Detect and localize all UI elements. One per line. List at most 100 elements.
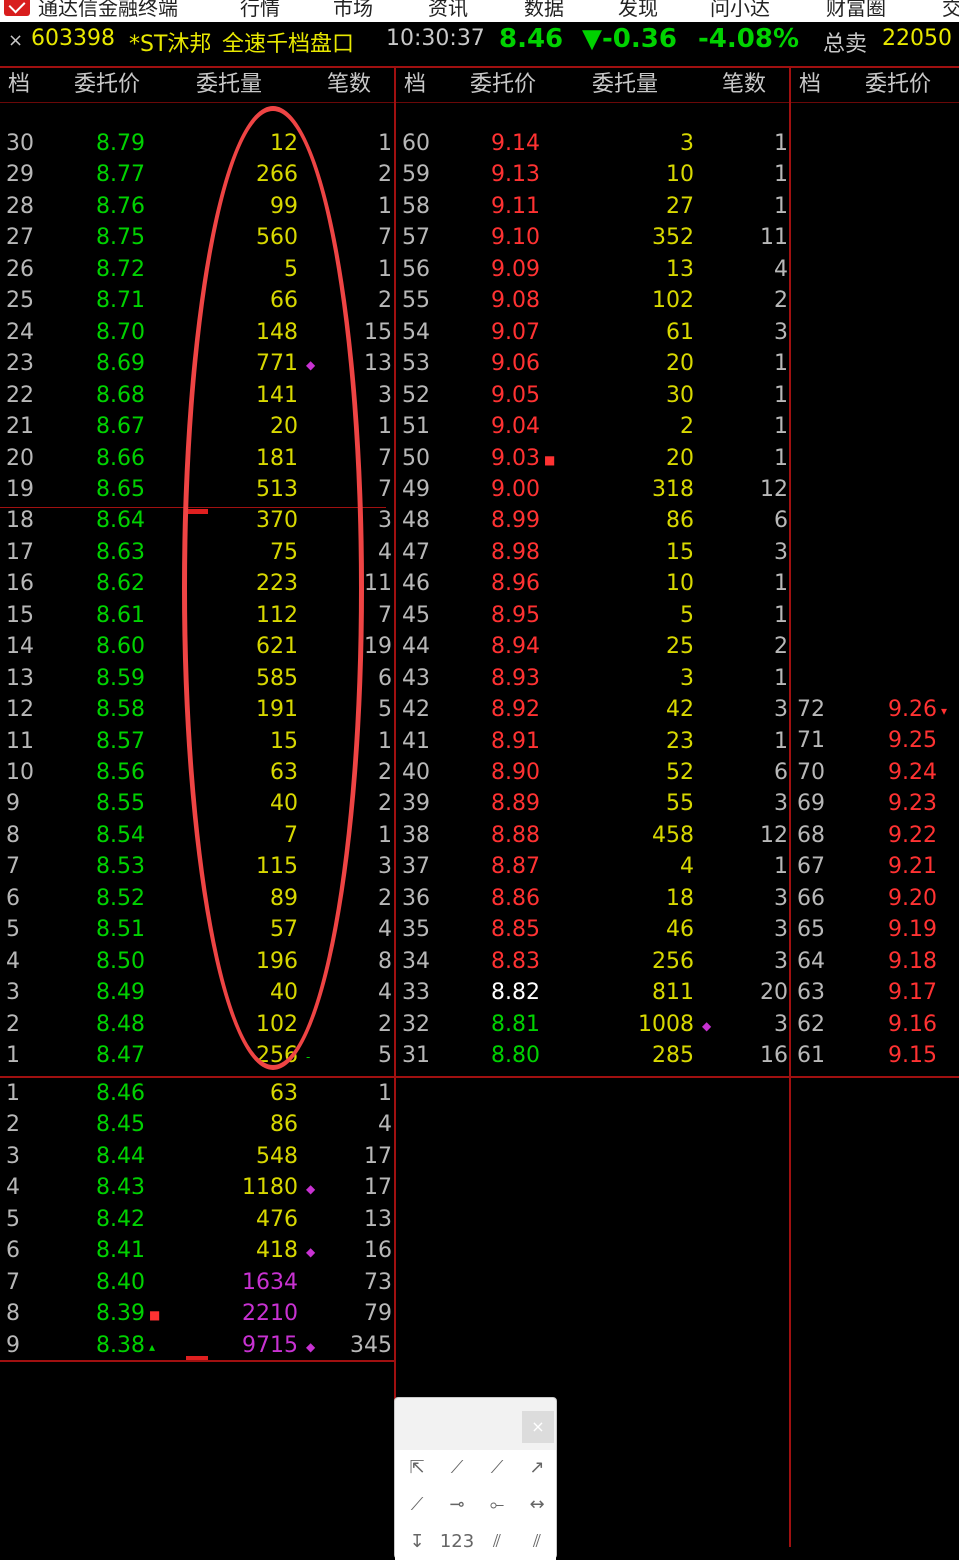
order-row[interactable]: 38 8.88 458 12 xyxy=(396,820,789,851)
order-row[interactable]: 15 8.61 112 7 xyxy=(0,600,394,631)
order-row[interactable]: 33 8.82 811 20 xyxy=(396,977,789,1008)
order-row[interactable]: 41 8.91 23 1 xyxy=(396,726,789,757)
order-row[interactable]: 66 9.20 xyxy=(791,883,959,914)
order-row[interactable]: 58 9.11 27 1 xyxy=(396,191,789,222)
order-row[interactable]: 31 8.80 285 16 xyxy=(396,1040,789,1071)
order-row[interactable]: 45 8.95 5 1 xyxy=(396,600,789,631)
order-row[interactable]: 42 8.92 42 3 xyxy=(396,694,789,725)
order-row[interactable]: 14 8.60 621 19 xyxy=(0,631,394,662)
order-row[interactable]: 50 9.03 ■ 20 1 xyxy=(396,443,789,474)
menu-item-hangqing[interactable]: 行情 xyxy=(240,0,280,21)
toolbox-close-icon[interactable]: × xyxy=(522,1411,554,1443)
order-row[interactable]: 69 9.23 xyxy=(791,788,959,819)
order-row[interactable]: 8 8.54 7 1 xyxy=(0,820,394,851)
order-row[interactable]: 23 8.69 771 ◆ 13 xyxy=(0,348,394,379)
order-row[interactable]: 6 8.52 89 2 xyxy=(0,883,394,914)
horizontal-ray-icon[interactable]: ⟜ xyxy=(477,1487,517,1523)
segment-icon[interactable]: ⟋ xyxy=(437,1450,477,1486)
order-row[interactable]: 13 8.59 585 6 xyxy=(0,663,394,694)
menu-item-zixun[interactable]: 资讯 xyxy=(428,0,468,21)
order-row[interactable]: 4 8.50 196 8 xyxy=(0,946,394,977)
ray-icon[interactable]: ↗ xyxy=(517,1450,557,1486)
order-row[interactable]: 2 8.48 102 2 xyxy=(0,1009,394,1040)
order-row[interactable]: 57 9.10 352 11 xyxy=(396,222,789,253)
order-row[interactable]: 26 8.72 5 1 xyxy=(0,254,394,285)
order-row[interactable]: 51 9.04 2 1 xyxy=(396,411,789,442)
order-row[interactable]: 10 8.56 63 2 xyxy=(0,757,394,788)
menu-item-shichang[interactable]: 市场 xyxy=(333,0,373,21)
menu-item-caifuquan[interactable]: 财富圈 xyxy=(826,0,886,21)
order-row[interactable]: 54 9.07 61 3 xyxy=(396,317,789,348)
close-icon[interactable]: × xyxy=(8,30,23,51)
order-row[interactable]: 5 8.51 57 4 xyxy=(0,914,394,945)
order-row[interactable]: 61 9.15 xyxy=(791,1040,959,1071)
order-row[interactable]: 48 8.99 86 6 xyxy=(396,505,789,536)
order-row[interactable]: 6 8.41 418 ◆ 16 xyxy=(0,1235,394,1266)
order-row[interactable]: 25 8.71 66 2 xyxy=(0,285,394,316)
order-row[interactable]: 68 9.22 xyxy=(791,820,959,851)
order-row[interactable]: 40 8.90 52 6 xyxy=(396,757,789,788)
order-row[interactable]: 55 9.08 102 2 xyxy=(396,285,789,316)
order-row[interactable]: 59 9.13 10 1 xyxy=(396,159,789,190)
order-row[interactable]: 32 8.81 1008 ◆ 3 xyxy=(396,1009,789,1040)
order-row[interactable]: 64 9.18 xyxy=(791,946,959,977)
order-row[interactable]: 17 8.63 75 4 xyxy=(0,537,394,568)
order-row[interactable]: 28 8.76 99 1 xyxy=(0,191,394,222)
order-row[interactable]: 65 9.19 xyxy=(791,914,959,945)
order-row[interactable]: 16 8.62 223 11 xyxy=(0,568,394,599)
vertical-line-icon[interactable]: ↧ xyxy=(397,1524,437,1560)
order-row[interactable]: 49 9.00 318 12 xyxy=(396,474,789,505)
order-row[interactable]: 34 8.83 256 3 xyxy=(396,946,789,977)
order-row[interactable]: 37 8.87 4 1 xyxy=(396,851,789,882)
order-row[interactable]: 8 8.39 ■ 2210 79 xyxy=(0,1298,394,1329)
order-row[interactable]: 20 8.66 181 7 xyxy=(0,443,394,474)
order-row[interactable]: 53 9.06 20 1 xyxy=(396,348,789,379)
text-icon[interactable]: 123 xyxy=(437,1524,477,1560)
order-row[interactable]: 56 9.09 13 4 xyxy=(396,254,789,285)
order-row[interactable]: 63 9.17 xyxy=(791,977,959,1008)
order-row[interactable]: 44 8.94 25 2 xyxy=(396,631,789,662)
menu-item-shuju[interactable]: 数据 xyxy=(524,0,564,21)
order-row[interactable]: 71 9.25 xyxy=(791,725,959,756)
order-row[interactable]: 1 8.46 63 1 xyxy=(0,1078,394,1109)
order-row[interactable]: 9 8.38 ▴ 9715 ◆ 345 xyxy=(0,1330,394,1361)
horizontal-segment-icon[interactable]: ⊸ xyxy=(437,1487,477,1523)
order-row[interactable]: 18 8.64 370 3 xyxy=(0,505,394,536)
order-row[interactable]: 11 8.57 15 1 xyxy=(0,726,394,757)
menu-item-wenxiaoda[interactable]: 问小达 xyxy=(710,0,770,21)
line-icon[interactable]: ⟋ xyxy=(477,1450,517,1486)
order-row[interactable]: 39 8.89 55 3 xyxy=(396,788,789,819)
order-row[interactable]: 35 8.85 46 3 xyxy=(396,914,789,945)
order-row[interactable]: 7 8.40 1634 73 xyxy=(0,1267,394,1298)
order-row[interactable]: 43 8.93 3 1 xyxy=(396,663,789,694)
order-row[interactable]: 7 8.53 115 3 xyxy=(0,851,394,882)
order-row[interactable]: 21 8.67 20 1 xyxy=(0,411,394,442)
order-row[interactable]: 24 8.70 148 15 xyxy=(0,317,394,348)
pointer-icon[interactable]: ⇱ xyxy=(397,1450,437,1486)
order-row[interactable]: 1 8.47 256- 5 xyxy=(0,1040,394,1071)
order-row[interactable]: 29 8.77 266 2 xyxy=(0,159,394,190)
order-row[interactable]: 4 8.43 1180 ◆ 17 xyxy=(0,1172,394,1203)
order-row[interactable]: 12 8.58 191 5 xyxy=(0,694,394,725)
order-row[interactable]: 9 8.55 40 2 xyxy=(0,788,394,819)
order-row[interactable]: 2 8.45 86 4 xyxy=(0,1109,394,1140)
order-row[interactable]: 3 8.44 548 17 xyxy=(0,1141,394,1172)
order-row[interactable]: 72 9.26 ▾ xyxy=(791,694,959,725)
order-row[interactable]: 67 9.21 xyxy=(791,851,959,882)
order-row[interactable]: 70 9.24 xyxy=(791,757,959,788)
order-row[interactable]: 22 8.68 141 3 xyxy=(0,380,394,411)
menu-item-jiao[interactable]: 交 xyxy=(942,0,959,21)
order-row[interactable]: 5 8.42 476 13 xyxy=(0,1204,394,1235)
order-row[interactable]: 19 8.65 513 7 xyxy=(0,474,394,505)
long-line-icon[interactable]: ⟋ xyxy=(397,1487,437,1523)
horizontal-line-icon[interactable]: ↔ xyxy=(517,1487,557,1523)
order-row[interactable]: 60 9.14 3 1 xyxy=(396,128,789,159)
order-row[interactable]: 27 8.75 560 7 xyxy=(0,222,394,253)
channel-icon[interactable]: ⫽ xyxy=(517,1524,557,1560)
order-row[interactable]: 47 8.98 15 3 xyxy=(396,537,789,568)
parallel-lines-icon[interactable]: ⫽ xyxy=(477,1524,517,1560)
order-row[interactable]: 36 8.86 18 3 xyxy=(396,883,789,914)
order-row[interactable]: 52 9.05 30 1 xyxy=(396,380,789,411)
order-row[interactable]: 3 8.49 40 4 xyxy=(0,977,394,1008)
menu-item-faxian[interactable]: 发现 xyxy=(618,0,658,21)
